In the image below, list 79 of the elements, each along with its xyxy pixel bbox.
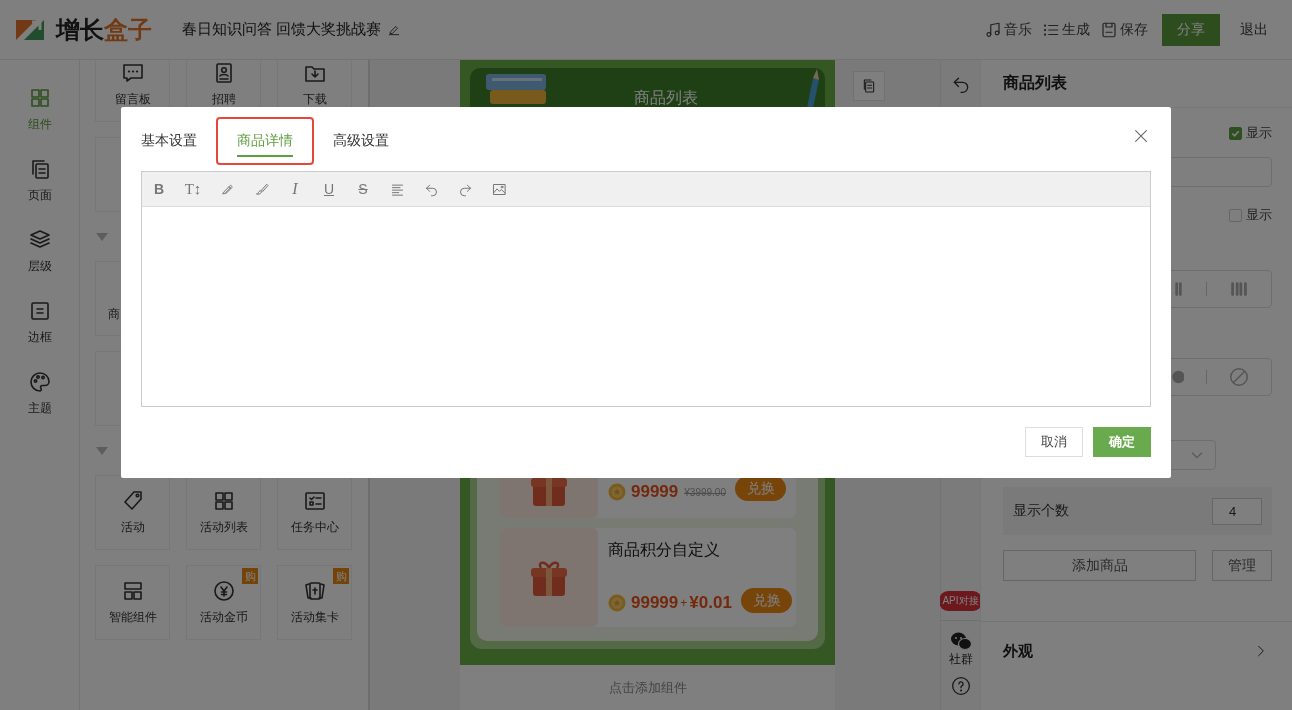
sidebar-item[interactable]: 页面 [0, 145, 79, 216]
card-label: 下载 [302, 91, 327, 108]
checklist-icon [302, 489, 327, 513]
ban-icon[interactable] [1227, 366, 1250, 388]
coin-icon [608, 483, 626, 501]
chat-bubbles-icon [949, 631, 972, 651]
caret-icon[interactable] [95, 445, 109, 456]
purchase-badge: 购 [242, 568, 258, 584]
help-icon[interactable] [950, 676, 971, 696]
chat-bubble-icon [120, 61, 145, 85]
sidebar-item[interactable]: 主题 [0, 358, 79, 429]
appearance-label: 外观 [1003, 641, 1033, 661]
card-label: 招聘 [211, 91, 236, 108]
count-label: 显示个数 [1013, 502, 1069, 520]
card-label: 任务中心 [290, 519, 339, 536]
card-label: 活动列表 [199, 519, 248, 536]
save-button[interactable]: 保存 [1100, 20, 1148, 39]
community-label[interactable]: 社群 [948, 651, 973, 668]
banner-title: 商品列表 [634, 90, 698, 106]
align-icon[interactable] [389, 181, 405, 197]
checkbox-label: 显示 [1246, 124, 1272, 142]
purchase-badge: 购 [333, 568, 349, 584]
checkbox[interactable] [1229, 208, 1242, 222]
plus-sign: + [680, 596, 688, 610]
strike-button[interactable]: S [346, 171, 380, 207]
undo-icon[interactable] [423, 181, 439, 197]
redo-icon[interactable] [457, 181, 473, 197]
card-label: 智能组件 [108, 609, 157, 626]
count-field[interactable]: 4 [1212, 497, 1262, 525]
product-name: 商品积分自定义 [608, 540, 721, 560]
caret-icon[interactable] [95, 231, 109, 242]
api-badge[interactable]: API对接 [939, 591, 982, 611]
project-title: 春日知识问答 回馈大奖挑战赛 [182, 20, 382, 39]
card-label: 活动金币 [199, 609, 248, 626]
component-card[interactable]: 智能组件 [95, 565, 170, 640]
copy-button[interactable] [853, 71, 885, 101]
save-icon [1100, 20, 1118, 39]
brush-icon[interactable] [253, 181, 269, 197]
image-icon[interactable] [491, 181, 507, 197]
coin-icon [211, 579, 236, 603]
cash-price: ¥0.01 [689, 593, 732, 613]
tab[interactable]: 商品详情 [217, 118, 313, 164]
component-card[interactable]: 活动 [95, 475, 170, 550]
tab[interactable]: 高级设置 [313, 118, 409, 164]
share-button[interactable]: 分享 [1162, 13, 1220, 46]
checkbox[interactable] [1229, 126, 1242, 140]
underline-button[interactable]: U [312, 171, 346, 207]
italic-button[interactable]: I [278, 171, 312, 207]
exit-button[interactable]: 退出 [1240, 20, 1268, 39]
music-button[interactable]: 音乐 [984, 20, 1032, 39]
sidebar-item[interactable]: 边框 [0, 287, 79, 358]
checkbox-label: 显示 [1246, 206, 1272, 224]
coin-icon [608, 594, 626, 612]
manage-button[interactable]: 管理 [1212, 550, 1272, 581]
size-button[interactable]: T↕ [176, 171, 210, 207]
card-label: 留言板 [114, 91, 151, 108]
logo-text: 增长盒子 [56, 14, 152, 45]
sidebar-item[interactable]: 层级 [0, 216, 79, 287]
points-price: 99999 [631, 593, 679, 613]
music-icon [984, 20, 1002, 39]
sidebar-item[interactable]: 组件 [0, 74, 79, 145]
component-card[interactable]: 购 活动金币 [186, 565, 261, 640]
card-label: 商 [108, 306, 120, 323]
palette-icon [27, 370, 52, 394]
copy-icon [861, 78, 877, 94]
appearance-row[interactable]: 外观 [981, 622, 1292, 680]
add-product-button[interactable]: 添加商品 [1003, 550, 1196, 581]
card-label: 活动 [120, 519, 145, 536]
bold-button[interactable]: B [142, 171, 176, 207]
generate-button[interactable]: 生成 [1042, 20, 1090, 39]
card-label: 活动集卡 [290, 609, 339, 626]
points-price: 99999 [631, 482, 679, 502]
cards-icon [302, 579, 327, 603]
component-card[interactable]: 购 活动集卡 [277, 565, 352, 640]
cancel-button[interactable]: 取消 [1025, 427, 1083, 457]
confirm-button[interactable]: 确定 [1093, 427, 1151, 457]
component-card[interactable]: 任务中心 [277, 475, 352, 550]
close-icon[interactable] [1133, 128, 1149, 144]
component-card[interactable]: 活动列表 [186, 475, 261, 550]
